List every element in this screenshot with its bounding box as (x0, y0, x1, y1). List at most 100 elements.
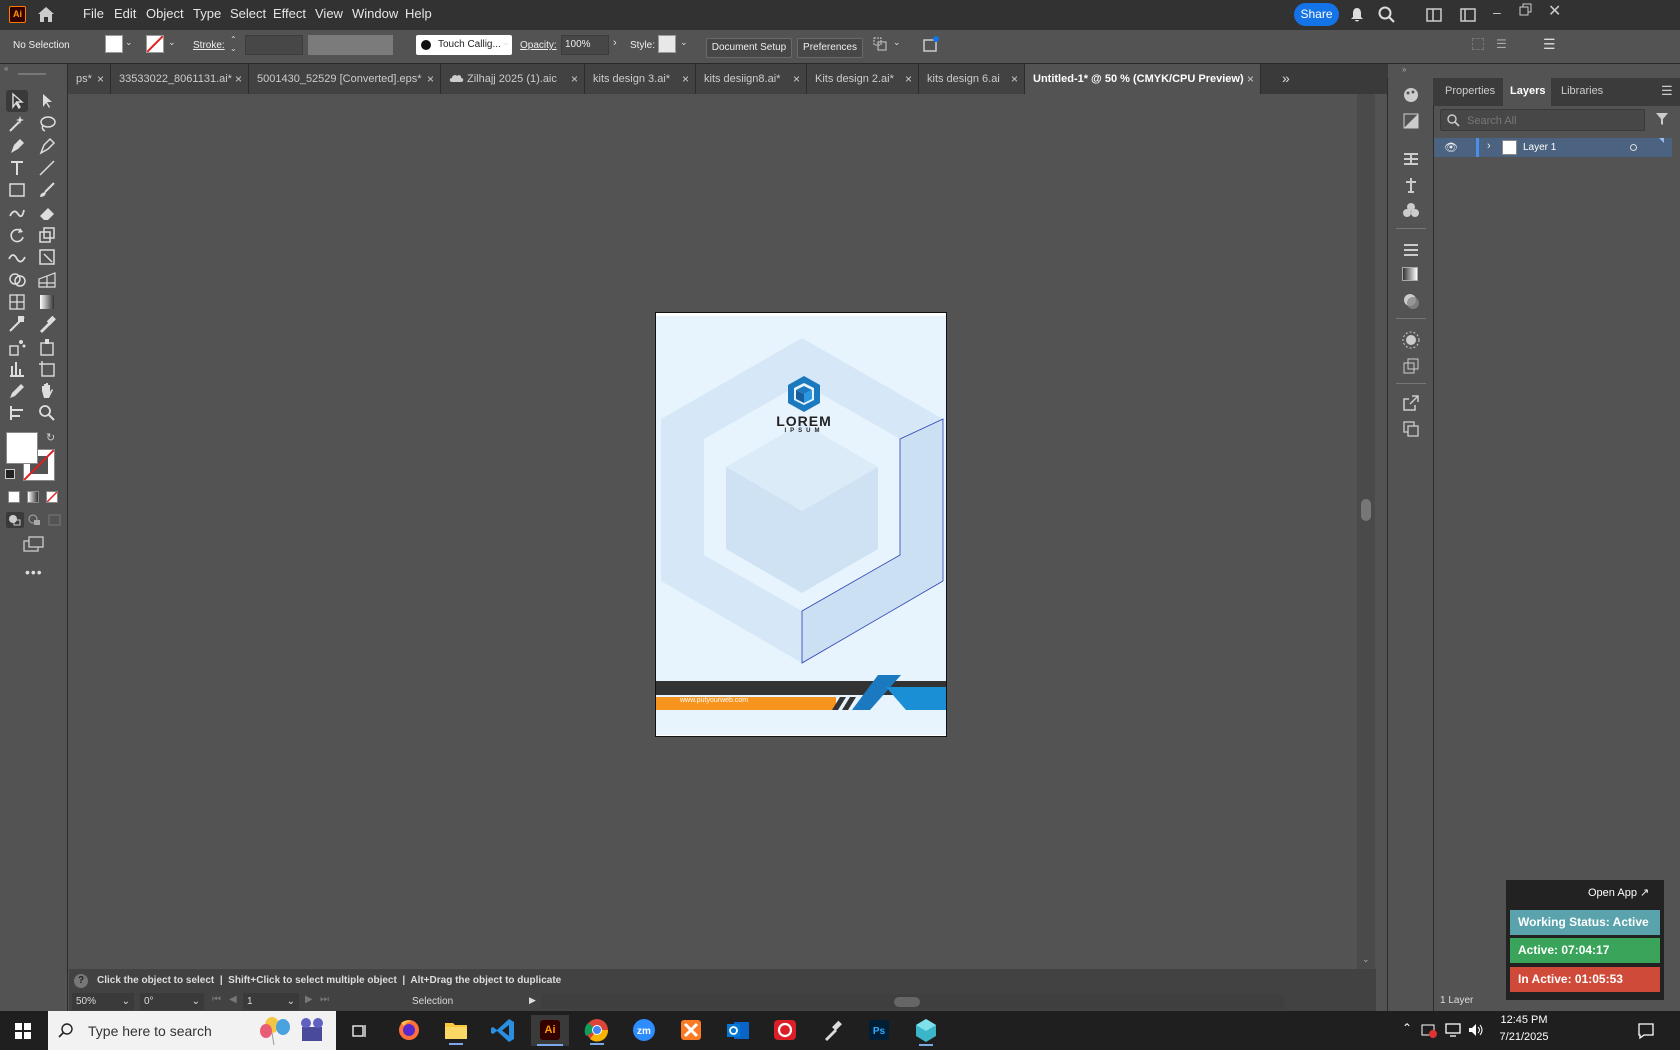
hand-tool-icon[interactable] (36, 380, 58, 402)
minimize-button[interactable]: – (1493, 4, 1501, 20)
clock-time[interactable]: 12:45 PM (1494, 1014, 1554, 1026)
library-icon[interactable] (1402, 150, 1420, 168)
stroke-dropdown[interactable]: ⌄ (168, 37, 176, 48)
app-gem-icon[interactable] (907, 1015, 945, 1046)
panel-menu-icon[interactable]: ☰ (1543, 36, 1556, 53)
shaper-tool-icon[interactable] (6, 202, 28, 224)
menu-help[interactable]: Help (405, 6, 432, 21)
xampp-icon[interactable] (672, 1015, 710, 1046)
chevron-right-icon[interactable]: › (1487, 140, 1491, 152)
stroke-weight-stepper[interactable]: ⌃ ⌄ (230, 35, 242, 55)
close-icon[interactable]: × (682, 72, 689, 86)
stroke-weight-field[interactable] (245, 35, 303, 55)
windows-start-icon[interactable] (15, 1023, 31, 1039)
drag-handle[interactable] (18, 73, 46, 75)
file-explorer-icon[interactable] (437, 1015, 475, 1046)
filter-icon[interactable] (1655, 112, 1669, 126)
scroll-thumb[interactable] (1361, 499, 1371, 521)
target-icon[interactable] (1630, 144, 1637, 151)
tab-libraries[interactable]: Libraries (1551, 78, 1621, 106)
collapse-icon[interactable]: » (1402, 65, 1406, 74)
slice-tool-icon[interactable] (6, 402, 28, 424)
layers-search-field[interactable]: Search All (1440, 109, 1645, 131)
outlook-icon[interactable] (719, 1015, 757, 1046)
menu-window[interactable]: Window (352, 6, 398, 21)
paintbrush-tool-icon[interactable] (36, 179, 58, 201)
variable-width-profile[interactable] (308, 35, 393, 55)
firefox-icon[interactable] (390, 1015, 428, 1046)
volume-icon[interactable] (1467, 1021, 1485, 1039)
app-logo[interactable]: Ai (9, 6, 26, 23)
prev-artboard-icon[interactable]: ◀ (229, 994, 237, 1005)
tab-doc-0[interactable]: ps* × (68, 64, 111, 94)
color-theme-icon[interactable] (1402, 86, 1420, 104)
none-mode-icon[interactable] (46, 491, 58, 503)
zoom-field[interactable]: 50% ⌄ (72, 993, 134, 1010)
direct-selection-tool-icon[interactable] (36, 90, 58, 112)
menu-select[interactable]: Select (230, 6, 266, 21)
tab-doc-3[interactable]: Zilhajj 2025 (1).aic × (441, 64, 585, 94)
notifications-icon[interactable] (1637, 1022, 1655, 1040)
panel-layout-icon[interactable] (1460, 8, 1476, 22)
free-transform-tool-icon[interactable] (36, 246, 58, 268)
opacity-arrow-icon[interactable]: › (613, 37, 617, 49)
transparency-icon[interactable] (1402, 292, 1420, 310)
generative-icon[interactable] (922, 35, 940, 53)
tab-doc-2[interactable]: 5001430_52529 [Converted].eps* × (249, 64, 441, 94)
last-artboard-icon[interactable]: ⏭ (320, 994, 329, 1005)
artboard-number-field[interactable]: 1 ⌄ (243, 993, 299, 1010)
scroll-down-icon[interactable]: ⌄ (1362, 954, 1370, 965)
gradient-panel-icon[interactable] (1402, 267, 1418, 281)
task-view-icon[interactable] (350, 1022, 368, 1040)
close-icon[interactable]: × (97, 72, 104, 86)
pen-tool-icon[interactable] (6, 135, 28, 157)
image-trace-icon[interactable] (1402, 112, 1420, 130)
document-setup-button[interactable]: Document Setup (706, 38, 792, 58)
chrome-icon[interactable] (578, 1015, 616, 1046)
type-tool-icon[interactable] (6, 157, 28, 179)
illustrator-taskbar-icon[interactable]: Ai (531, 1015, 569, 1046)
close-icon[interactable]: × (235, 72, 242, 86)
swap-colors-icon[interactable]: ↻ (46, 431, 55, 444)
tab-doc-4[interactable]: kits design 3.ai* × (585, 64, 696, 94)
rotation-field[interactable]: 0° ⌄ (140, 993, 204, 1010)
tab-doc-6[interactable]: Kits design 2.ai* × (807, 64, 919, 94)
tab-doc-5[interactable]: kits desiign8.ai* × (696, 64, 807, 94)
menu-file[interactable]: File (83, 6, 104, 21)
scale-tool-icon[interactable] (36, 224, 58, 246)
draw-normal-icon[interactable] (6, 512, 24, 528)
close-window-button[interactable]: ✕ (1548, 1, 1561, 21)
menu-view[interactable]: View (315, 6, 343, 21)
curvature-tool-icon[interactable] (36, 135, 58, 157)
tray-chevron-icon[interactable]: ⌃ (1402, 1021, 1412, 1035)
workspace-icon[interactable] (1426, 8, 1442, 22)
photoshop-icon[interactable]: Ps (860, 1015, 898, 1046)
scroll-thumb[interactable] (894, 997, 920, 1007)
warp-tool-icon[interactable] (6, 246, 28, 268)
rectangle-tool-icon[interactable] (6, 179, 28, 201)
symbols-icon[interactable] (1402, 202, 1420, 220)
visibility-eye-icon[interactable]: 👁 (1444, 141, 1458, 154)
pencil-tool-icon[interactable] (6, 380, 28, 402)
puppet-warp-icon[interactable] (1402, 176, 1420, 194)
panel-options-icon[interactable]: ☰ (1661, 83, 1673, 99)
status-arrow-icon[interactable]: ▶ (529, 995, 536, 1006)
help-icon[interactable]: ? (74, 974, 88, 988)
perspective-grid-tool-icon[interactable] (36, 269, 58, 291)
next-artboard-icon[interactable]: ▶ (305, 994, 313, 1005)
first-artboard-icon[interactable]: ⏮ (212, 994, 221, 1005)
eyedropper-tool-icon[interactable] (36, 313, 58, 335)
arrange-dropdown[interactable]: ⌄ (893, 37, 901, 48)
selection-tool-icon[interactable] (6, 90, 28, 112)
export-icon[interactable] (1402, 394, 1420, 412)
creative-cloud-icon[interactable] (766, 1015, 804, 1046)
tab-doc-7[interactable]: kits design 6.ai × (919, 64, 1025, 94)
artboards-icon[interactable] (1402, 420, 1420, 438)
line-tool-icon[interactable] (36, 157, 58, 179)
brush-chevron-icon[interactable]: ⌄ (502, 37, 510, 48)
eraser-tool-icon[interactable] (36, 202, 58, 224)
notification-icon[interactable] (1350, 7, 1364, 23)
stroke-panel-icon[interactable] (1402, 241, 1420, 259)
gradient-tool-icon[interactable] (36, 291, 58, 313)
gradient-mode-icon[interactable] (27, 491, 39, 503)
